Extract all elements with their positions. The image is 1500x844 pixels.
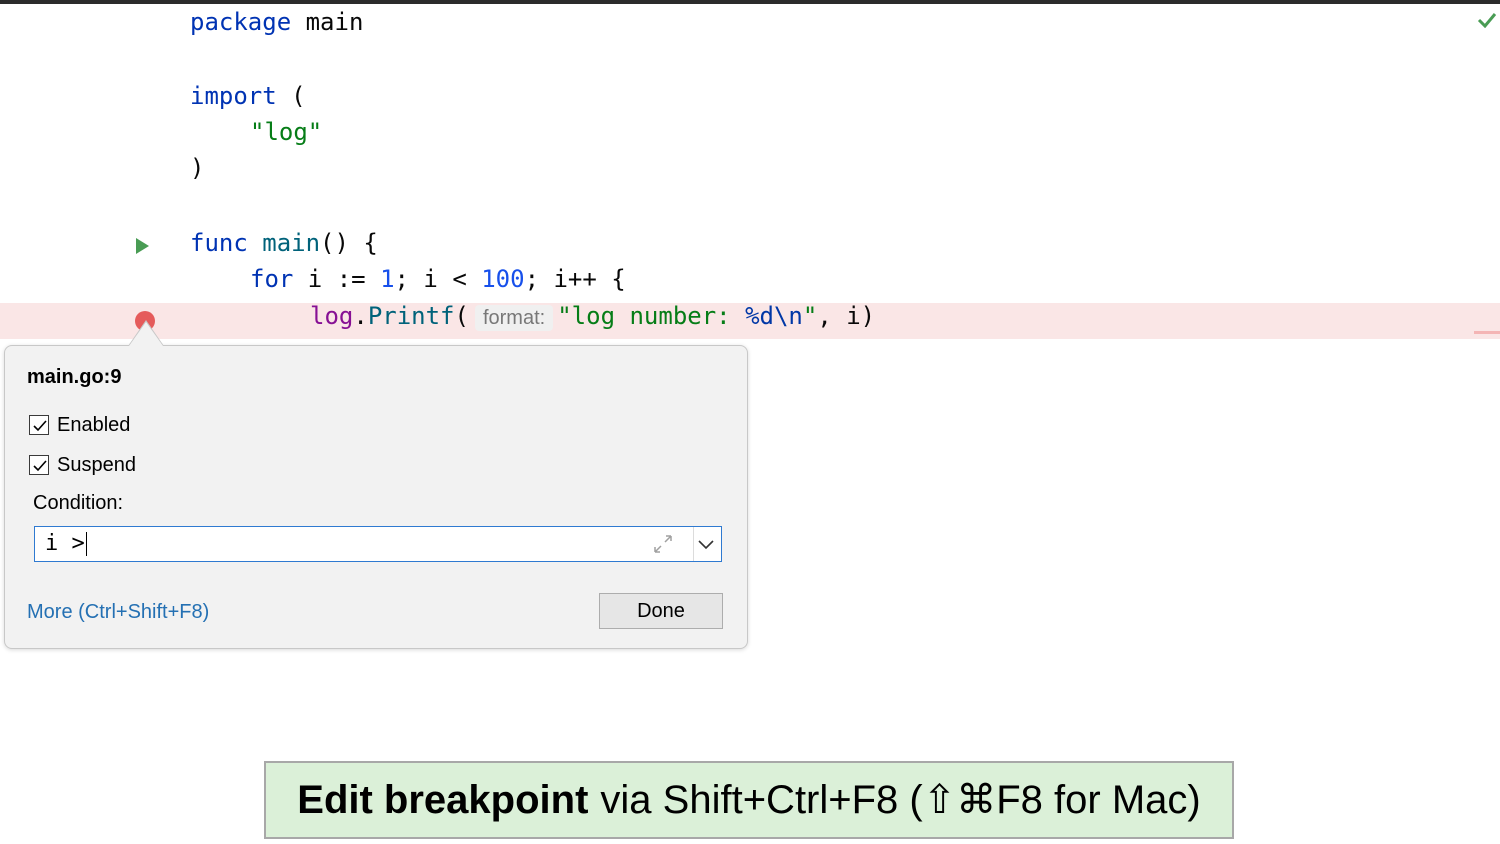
condition-input[interactable]: i > [45,527,625,561]
done-button[interactable]: Done [599,593,723,629]
suspend-checkbox-row[interactable]: Suspend [29,452,136,478]
suspend-label: Suspend [57,453,136,476]
code-text: i := [293,265,381,293]
code-line-3[interactable]: import ( [190,78,306,114]
keyword: package [190,8,292,36]
package-name: main [305,8,364,36]
caption-bold: Edit breakpoint [297,777,589,822]
more-link[interactable]: More (Ctrl+Shift+F8) [27,601,209,624]
code-line-7[interactable]: func main() { [190,225,378,261]
dot: . [353,302,368,330]
condition-value: i > [45,531,85,556]
expand-icon[interactable] [651,532,675,556]
error-stripe-mark[interactable] [1474,331,1500,334]
checkmark-icon [33,420,47,432]
keyword: for [250,265,294,293]
popup-title: main.go:9 [27,366,122,388]
keyword: import [190,82,277,110]
suspend-checkbox[interactable] [29,455,49,475]
enabled-checkbox-row[interactable]: Enabled [29,412,130,438]
escape-sequence: %d\n [745,302,803,330]
checkmark-icon [33,460,47,472]
text-caret [85,532,87,556]
code-line-4[interactable]: "log" [250,114,322,150]
code-rest: , i) [817,302,876,330]
checkmark-icon[interactable] [1477,12,1497,28]
condition-field[interactable]: i > [34,526,722,562]
function-name: Printf [367,302,455,330]
code-line-1[interactable]: package main [190,4,363,40]
string-literal: "log" [250,118,323,146]
keyword: func [190,229,248,257]
enabled-checkbox[interactable] [29,415,49,435]
chevron-down-icon[interactable] [697,536,715,554]
code-line-8[interactable]: for i := 1; i < 100; i++ { [250,261,626,297]
paren: ( [454,302,469,330]
paren: ) [190,154,205,182]
package-ref: log [310,302,354,330]
enabled-label: Enabled [57,413,131,436]
function-name: main [262,229,321,257]
code-text: ; i++ { [524,265,626,293]
condition-label: Condition: [33,492,124,514]
breakpoint-popup: main.go:9 Enabled Suspend Condition: i >… [4,345,748,649]
code-text: ; i < [394,265,482,293]
caption-text: via Shift+Ctrl+F8 (⇧⌘F8 for Mac) [600,778,1201,822]
dropdown-divider [693,527,694,561]
caption-banner: Edit breakpoint via Shift+Ctrl+F8 (⇧⌘F8 f… [264,761,1234,839]
parameter-hint: format: [474,305,554,331]
popup-pointer-fill [129,322,163,346]
code-rest: () { [320,229,378,257]
string-literal: "log number: [557,302,746,330]
number-literal: 1 [380,265,395,293]
code-line-9[interactable]: log.Printf(format: "log number: %d\n", i) [310,298,875,334]
number-literal: 100 [481,265,525,293]
paren: ( [291,82,306,110]
string-literal: " [802,302,818,330]
code-line-5[interactable]: ) [190,150,204,186]
run-gutter-icon[interactable] [136,238,149,254]
